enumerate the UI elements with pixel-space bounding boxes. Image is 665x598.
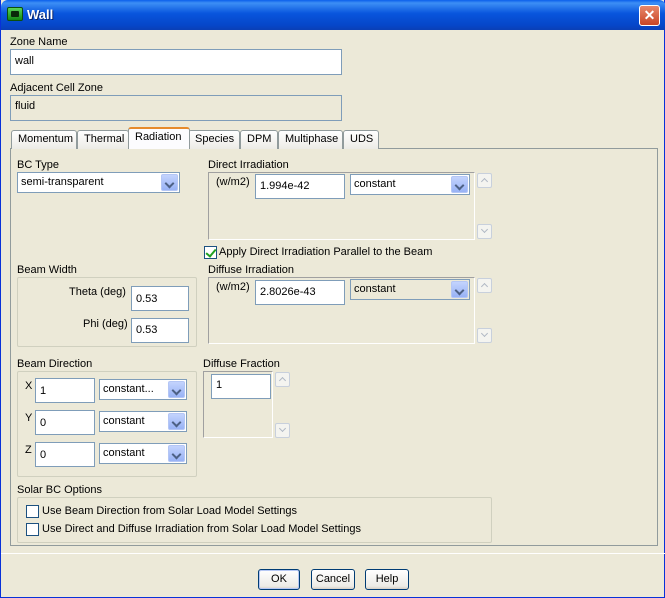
cancel-button[interactable]: Cancel [311, 569, 355, 590]
solar-beam-direction-checkbox[interactable] [26, 505, 39, 518]
wall-dialog: Wall ✕ Zone Name wall Adjacent Cell Zone… [0, 0, 665, 598]
diffuse-irradiation-method-value: constant [354, 283, 396, 295]
solar-bc-options-group [17, 497, 492, 543]
beam-x-label: X [25, 380, 33, 392]
zone-name-label: Zone Name [10, 36, 68, 48]
apply-parallel-label: Apply Direct Irradiation Parallel to the… [219, 246, 433, 258]
tab-thermal[interactable]: Thermal [77, 130, 129, 149]
app-icon [7, 7, 23, 21]
diffuse-irradiation-method-select[interactable]: constant [350, 279, 470, 300]
bc-type-label: BC Type [17, 159, 59, 171]
diffuse-irradiation-label: Diffuse Irradiation [208, 264, 295, 276]
direct-irradiation-unit: (w/m2) [216, 176, 250, 188]
scroll-down-icon[interactable] [477, 328, 492, 343]
beam-x-method-select[interactable]: constant... [99, 379, 187, 400]
close-icon: ✕ [643, 7, 656, 23]
beam-z-method-select[interactable]: constant [99, 443, 187, 464]
scroll-down-icon[interactable] [275, 423, 290, 438]
chevron-down-icon[interactable] [161, 174, 178, 191]
direct-irradiation-method-select[interactable]: constant [350, 174, 470, 195]
scroll-up-icon[interactable] [275, 372, 290, 387]
diffuse-irradiation-unit: (w/m2) [216, 281, 250, 293]
diffuse-fraction-label: Diffuse Fraction [203, 358, 280, 370]
scroll-up-icon[interactable] [477, 173, 492, 188]
bc-type-value: semi-transparent [21, 176, 104, 188]
beam-z-label: Z [25, 444, 32, 456]
direct-irradiation-input[interactable]: 1.994e-42 [255, 174, 345, 199]
theta-input[interactable]: 0.53 [131, 286, 189, 311]
beam-y-method-select[interactable]: constant [99, 411, 187, 432]
beam-y-label: Y [25, 412, 33, 424]
beam-direction-label: Beam Direction [17, 358, 93, 370]
footer-separator [1, 553, 665, 554]
adjacent-cell-zone-label: Adjacent Cell Zone [10, 82, 103, 94]
apply-parallel-checkbox[interactable] [204, 246, 217, 259]
tab-uds[interactable]: UDS [343, 130, 379, 149]
solar-bc-options-label: Solar BC Options [17, 484, 102, 496]
tab-species[interactable]: Species [188, 130, 240, 149]
help-button[interactable]: Help [365, 569, 409, 590]
beam-x-method-value: constant... [103, 383, 154, 395]
beam-z-input[interactable]: 0 [35, 442, 95, 467]
chevron-down-icon[interactable] [451, 176, 468, 193]
adjacent-cell-zone-field: fluid [10, 95, 342, 121]
chevron-down-icon[interactable] [168, 413, 185, 430]
phi-input[interactable]: 0.53 [131, 318, 189, 343]
solar-irradiation-label: Use Direct and Diffuse Irradiation from … [42, 523, 361, 535]
close-button[interactable]: ✕ [639, 5, 660, 26]
beam-y-method-value: constant [103, 415, 145, 427]
beam-width-label: Beam Width [17, 264, 77, 276]
title-bar[interactable]: Wall ✕ [1, 0, 665, 30]
chevron-down-icon[interactable] [168, 381, 185, 398]
zone-name-field[interactable]: wall [10, 49, 342, 75]
bc-type-select[interactable]: semi-transparent [17, 172, 180, 193]
tab-radiation[interactable]: Radiation [128, 127, 190, 149]
direct-irradiation-label: Direct Irradiation [208, 159, 289, 171]
chevron-down-icon[interactable] [168, 445, 185, 462]
beam-y-input[interactable]: 0 [35, 410, 95, 435]
theta-label: Theta (deg) [69, 286, 126, 298]
diffuse-irradiation-input[interactable]: 2.8026e-43 [255, 280, 345, 305]
beam-x-input[interactable]: 1 [35, 378, 95, 403]
scroll-down-icon[interactable] [477, 224, 492, 239]
beam-z-method-value: constant [103, 447, 145, 459]
tab-multiphase[interactable]: Multiphase [278, 130, 343, 149]
tab-momentum[interactable]: Momentum [11, 130, 77, 149]
direct-irradiation-method-value: constant [354, 178, 396, 190]
window-title: Wall [27, 7, 54, 22]
solar-irradiation-checkbox[interactable] [26, 523, 39, 536]
phi-label: Phi (deg) [83, 318, 128, 330]
scroll-up-icon[interactable] [477, 278, 492, 293]
solar-beam-direction-label: Use Beam Direction from Solar Load Model… [42, 505, 297, 517]
diffuse-fraction-input[interactable]: 1 [211, 374, 271, 399]
chevron-down-icon[interactable] [451, 281, 468, 298]
ok-button[interactable]: OK [258, 569, 300, 590]
tab-dpm[interactable]: DPM [240, 130, 278, 149]
